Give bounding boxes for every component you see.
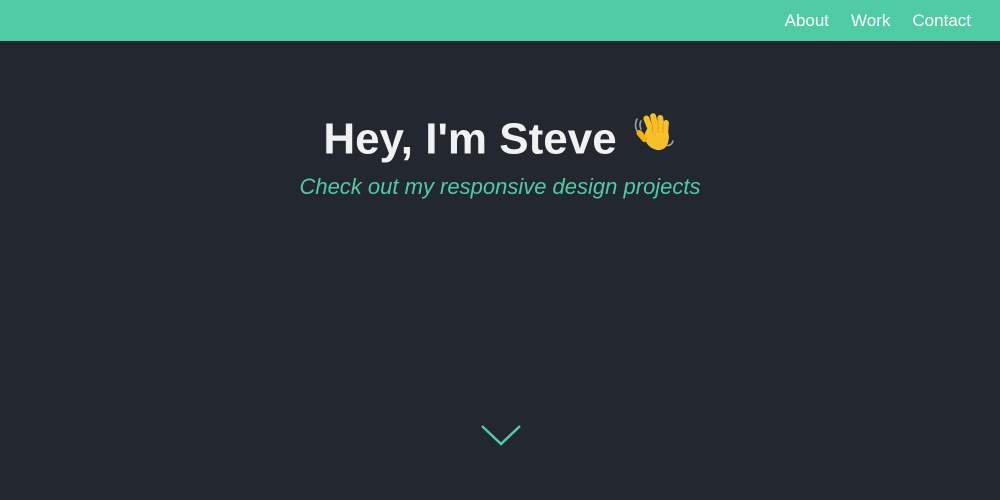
hero-subtitle: Check out my responsive design projects bbox=[299, 174, 701, 199]
navbar: About Work Contact bbox=[0, 0, 1000, 41]
nav-link-contact[interactable]: Contact bbox=[912, 11, 971, 31]
nav-link-about[interactable]: About bbox=[785, 11, 829, 31]
chevron-down-icon bbox=[481, 425, 521, 446]
hero-section: Hey, I'm Steve Check out my responsive d… bbox=[0, 41, 1000, 500]
hero-title-text: Hey, I'm Steve bbox=[323, 114, 617, 164]
hero-title: Hey, I'm Steve bbox=[0, 113, 1000, 171]
scroll-down-button[interactable] bbox=[481, 424, 521, 448]
waving-hand-icon bbox=[631, 109, 677, 167]
nav-link-work[interactable]: Work bbox=[851, 11, 890, 31]
